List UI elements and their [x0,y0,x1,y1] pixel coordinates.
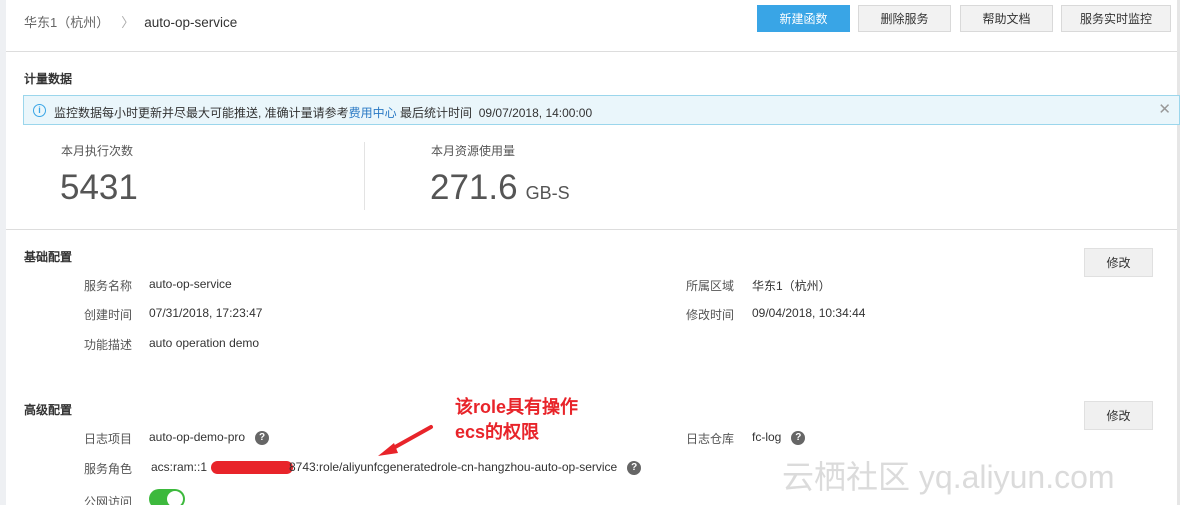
billing-center-link[interactable]: 费用中心 [349,106,397,120]
log-project-text: auto-op-demo-pro [149,430,246,444]
stats-divider [364,142,365,210]
logstore-value: fc-log ? [752,430,806,445]
modified-time-value: 09/04/2018, 10:34:44 [752,306,866,320]
breadcrumb-separator-icon: 〉 [121,15,135,30]
basic-edit-button[interactable]: 修改 [1084,248,1153,277]
breadcrumb-region[interactable]: 华东1（杭州） [24,15,109,30]
metering-section-title: 计量数据 [24,72,73,86]
resource-usage-unit: GB-S [525,183,570,203]
description-value: auto operation demo [149,336,260,350]
realtime-monitor-button[interactable]: 服务实时监控 [1061,5,1171,32]
notice-suffix: 最后统计时间 [400,106,473,120]
close-icon[interactable]: ✕ [1158,100,1171,118]
modified-time-label: 修改时间 [686,308,735,322]
service-name-label: 服务名称 [84,279,133,293]
help-icon[interactable]: ? [627,460,642,475]
internet-access-label: 公网访问 [84,495,133,505]
breadcrumb-service: auto-op-service [144,15,238,30]
resource-usage-label: 本月资源使用量 [431,144,516,158]
invocations-value: 5431 [60,168,138,207]
breadcrumb: 华东1（杭州） 〉 auto-op-service [24,12,237,31]
left-panel-edge [0,0,6,505]
info-icon: i [33,104,46,117]
notice-prefix: 监控数据每小时更新并尽最大可能推送, 准确计量请参考 [54,106,349,120]
annotation-text: 该role具有操作 ecs的权限 [455,395,578,445]
description-label: 功能描述 [84,338,133,352]
notice-text: 监控数据每小时更新并尽最大可能推送, 准确计量请参考费用中心 最后统计时间 09… [54,104,592,121]
annotation-arrow-icon [378,425,433,456]
annotation-line-1: 该role具有操作 [455,397,579,417]
service-role-suffix: 8743:role/aliyunfcgeneratedrole-cn-hangz… [289,460,642,475]
advanced-edit-button[interactable]: 修改 [1084,401,1153,430]
region-value: 华东1（杭州） [752,279,831,293]
created-time-value: 07/31/2018, 17:23:47 [149,306,263,320]
region-label: 所属区域 [686,279,735,293]
redaction-mark [211,461,293,474]
advanced-config-title: 高级配置 [24,403,73,417]
resource-usage: 271.6 GB-S [430,168,570,208]
service-role-label: 服务角色 [84,462,133,476]
logstore-label: 日志仓库 [686,432,735,446]
service-role-prefix: acs:ram::1 [151,460,208,474]
resource-usage-value: 271.6 [430,168,518,207]
help-docs-button[interactable]: 帮助文档 [960,5,1053,32]
top-header: 华东1（杭州） 〉 auto-op-service 新建函数 删除服务 帮助文档 服… [6,0,1177,52]
watermark: 云栖社区 yq.aliyun.com [782,459,1115,495]
log-project-value: auto-op-demo-pro ? [149,430,270,445]
invocations-label: 本月执行次数 [61,144,134,158]
notice-time: 09/07/2018, 14:00:00 [478,106,593,120]
log-project-label: 日志项目 [84,432,133,446]
internet-access-toggle[interactable] [149,489,185,505]
service-role-suffix-text: 8743:role/aliyunfcgeneratedrole-cn-hangz… [289,460,618,474]
service-name-value: auto-op-service [149,277,232,291]
help-icon[interactable]: ? [255,430,270,445]
help-icon[interactable]: ? [791,430,806,445]
logstore-text: fc-log [752,430,782,444]
basic-config-title: 基础配置 [24,250,73,264]
toggle-knob [167,491,183,505]
metering-notice: i 监控数据每小时更新并尽最大可能推送, 准确计量请参考费用中心 最后统计时间 … [23,95,1180,125]
created-time-label: 创建时间 [84,308,133,322]
section-divider [6,229,1177,230]
annotation-line-2: ecs的权限 [455,422,540,442]
new-function-button[interactable]: 新建函数 [757,5,850,32]
delete-service-button[interactable]: 删除服务 [858,5,951,32]
